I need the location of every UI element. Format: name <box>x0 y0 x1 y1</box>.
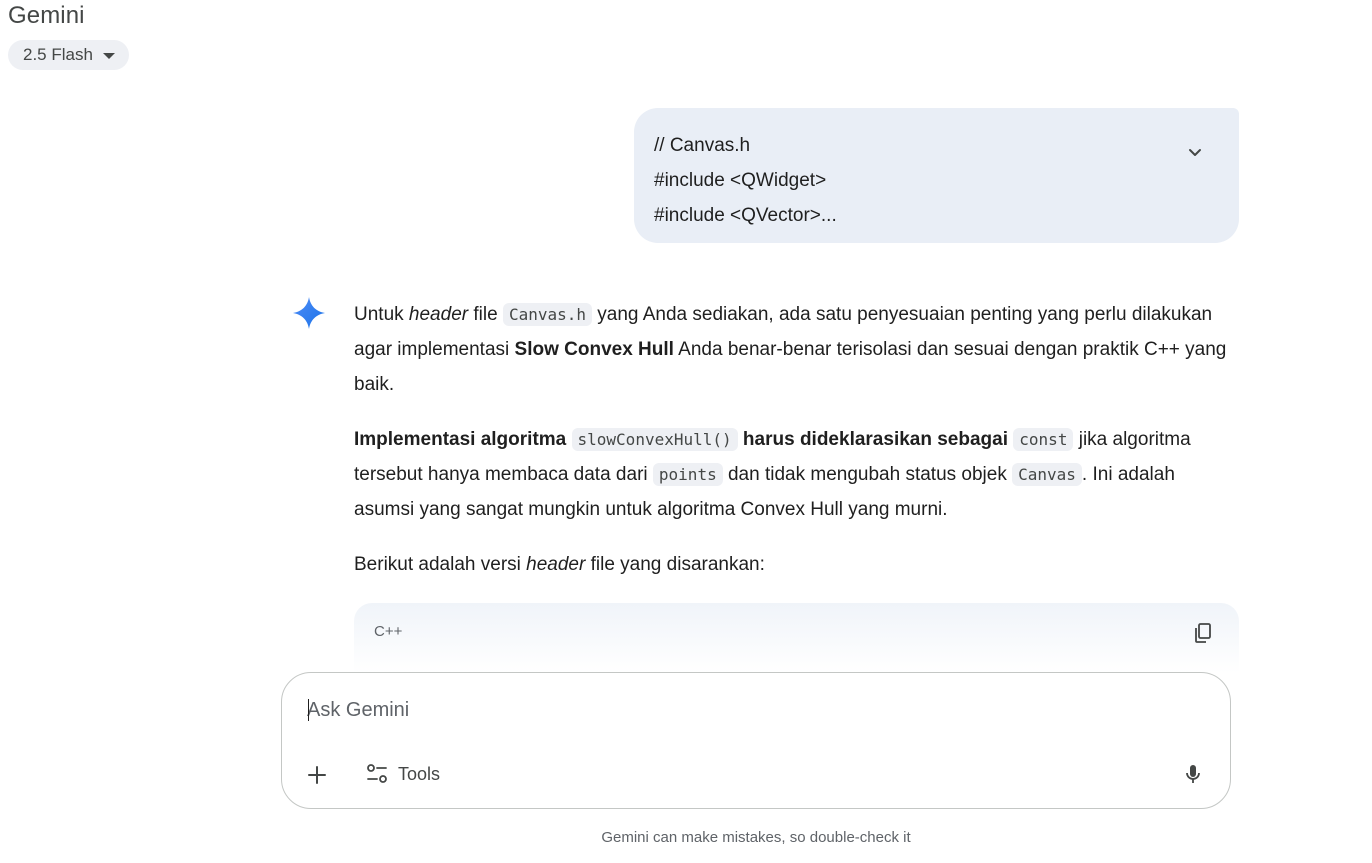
plus-icon <box>308 766 326 784</box>
expand-message-button[interactable] <box>1183 140 1207 164</box>
code-block: C++ <box>354 603 1239 673</box>
model-selector-button[interactable]: 2.5 Flash <box>8 40 129 70</box>
user-message-bubble: // Canvas.h #include <QWidget> #include … <box>634 108 1239 243</box>
text: file <box>468 304 503 325</box>
code-language-label: C++ <box>374 623 403 640</box>
tools-button[interactable]: Tools <box>366 759 440 789</box>
bold-text: harus dideklarasikan sebagai <box>742 429 1008 450</box>
bold-text: Implementasi algoritma <box>354 429 567 450</box>
model-selector-label: 2.5 Flash <box>23 45 93 64</box>
italic-text: header <box>408 304 469 325</box>
copy-icon <box>1195 623 1211 643</box>
model-response: Untuk header file Canvas.h yang Anda sed… <box>354 297 1239 602</box>
add-attachment-button[interactable] <box>305 763 329 787</box>
inline-code: slowConvexHull() <box>571 428 738 451</box>
user-message-line: #include <QVector>... <box>654 205 837 226</box>
voice-input-button[interactable] <box>1181 762 1205 786</box>
disclaimer-text: Gemini can make mistakes, so double-chec… <box>601 829 911 846</box>
bold-text: Slow Convex Hull <box>514 339 674 360</box>
caret-down-icon <box>102 53 115 59</box>
text: Berikut adalah versi <box>354 554 527 575</box>
gemini-sparkle-icon <box>293 297 325 329</box>
microphone-icon <box>1186 765 1200 783</box>
text: Untuk <box>354 304 409 325</box>
chevron-down-icon <box>1189 149 1201 156</box>
tools-label: Tools <box>398 763 441 784</box>
inline-code: points <box>652 463 723 486</box>
text-cursor <box>308 699 309 721</box>
response-paragraph: Untuk header file Canvas.h yang Anda sed… <box>354 297 1239 402</box>
prompt-input[interactable] <box>307 693 1187 727</box>
tools-icon <box>367 764 387 783</box>
response-paragraph: Implementasi algoritma slowConvexHull() … <box>354 422 1239 527</box>
copy-code-button[interactable] <box>1191 621 1215 645</box>
app-title: Gemini <box>8 2 85 29</box>
inline-code: Canvas <box>1012 463 1082 486</box>
text: dan tidak mengubah status objek <box>722 464 1013 485</box>
inline-code: const <box>1013 428 1074 451</box>
user-message-line: #include <QWidget> <box>654 170 827 191</box>
text: file yang disarankan: <box>585 554 765 575</box>
inline-code: Canvas.h <box>502 303 593 326</box>
response-paragraph: Berikut adalah versi header file yang di… <box>354 547 1239 582</box>
user-message-line: // Canvas.h <box>654 135 751 156</box>
prompt-composer: Tools <box>281 672 1231 809</box>
italic-text: header <box>526 554 586 575</box>
